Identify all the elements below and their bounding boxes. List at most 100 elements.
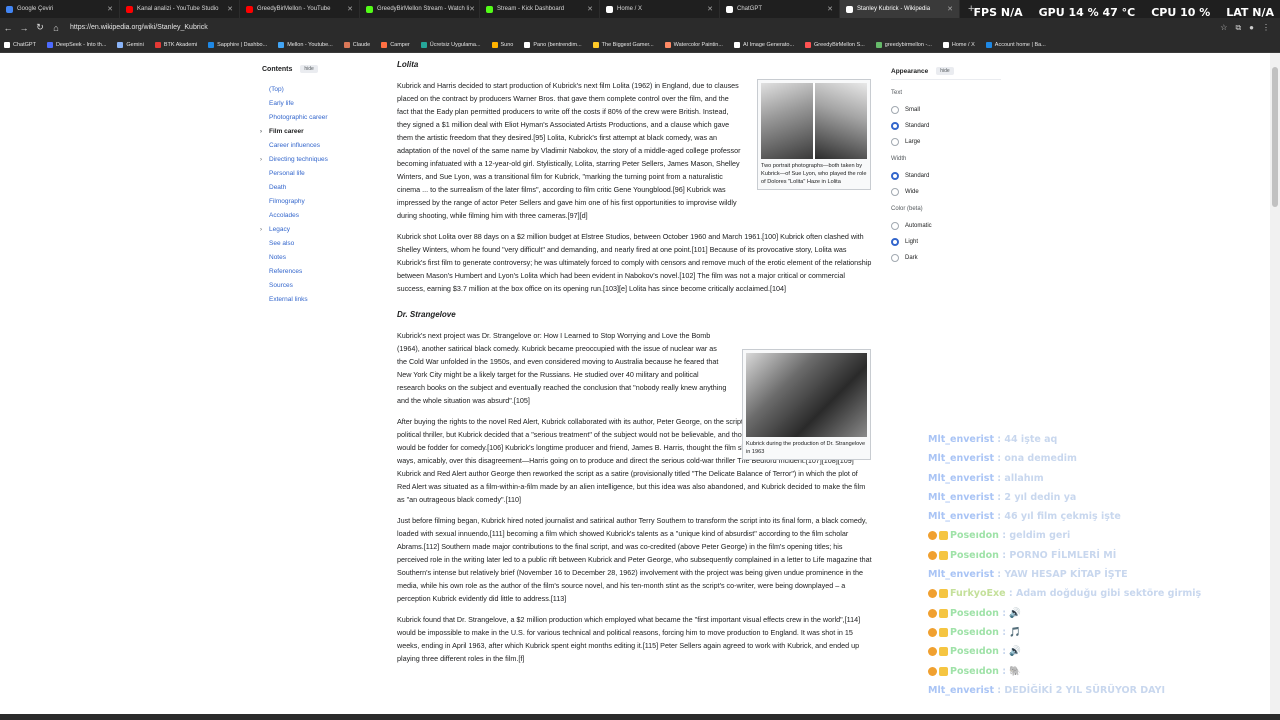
bookmark-item[interactable]: Watercolor Paintin... (664, 41, 723, 48)
radio-option[interactable]: Large (891, 134, 1001, 150)
chevron-right-icon[interactable]: › (260, 125, 262, 139)
radio-button[interactable] (891, 106, 899, 114)
bookmark-item[interactable]: Ücretsiz Uygulama... (420, 41, 481, 48)
url-field[interactable]: https://en.wikipedia.org/wiki/Stanley_Ku… (70, 24, 208, 31)
bookmark-item[interactable]: Mellon - Youtube... (278, 41, 333, 48)
bookmark-item[interactable]: AI Image Generato... (733, 41, 795, 48)
toc-item[interactable]: › Film career (260, 125, 382, 139)
browser-tab[interactable]: Kanal analizi - YouTube Studio ✕ (120, 0, 240, 18)
close-icon[interactable]: ✕ (107, 5, 113, 13)
radio-button[interactable] (891, 138, 899, 146)
toc-item[interactable]: External links (262, 293, 382, 307)
toc-item[interactable]: See also (262, 237, 382, 251)
browser-tab[interactable]: Stanley Kubrick - Wikipedia ✕ (840, 0, 960, 18)
tab-favicon (726, 5, 733, 13)
radio-button[interactable] (891, 188, 899, 196)
toc-item[interactable]: (Top) (262, 83, 382, 97)
bookmark-item[interactable]: Claude (343, 41, 370, 48)
radio-button[interactable] (891, 172, 899, 180)
profile-icon[interactable]: ● (1249, 23, 1254, 33)
home-icon[interactable]: ⌂ (48, 23, 64, 33)
close-icon[interactable]: ✕ (347, 5, 353, 13)
browser-tab[interactable]: GreedyBirMellon Stream - Watch li ✕ (360, 0, 480, 18)
bookmark-label: AI Image Generato... (742, 41, 795, 48)
browser-tab[interactable]: ChatGPT ✕ (720, 0, 840, 18)
bookmark-item[interactable]: Home / X (942, 41, 975, 48)
radio-option[interactable]: Standard (891, 118, 1001, 134)
forward-icon[interactable]: → (16, 23, 32, 33)
chevron-right-icon[interactable]: › (260, 223, 262, 237)
browser-tab[interactable]: Home / X ✕ (600, 0, 720, 18)
bookmark-item[interactable]: BTK Akademi (154, 41, 198, 48)
toc-hide-button[interactable]: hide (300, 65, 318, 73)
toc-item[interactable]: Sources (262, 279, 382, 293)
lolita-figure: Two portrait photographs—both taken by K… (757, 79, 871, 190)
radio-option[interactable]: Standard (891, 168, 1001, 184)
menu-icon[interactable]: ⋮ (1262, 23, 1270, 33)
radio-button[interactable] (891, 222, 899, 230)
bookmark-favicon (46, 41, 53, 48)
radio-option[interactable]: Small (891, 102, 1001, 118)
appearance-hide-button[interactable]: hide (936, 67, 954, 75)
close-icon[interactable]: ✕ (707, 5, 713, 13)
bookmark-star-icon[interactable]: ☆ (1220, 23, 1227, 33)
radio-option[interactable]: Wide (891, 184, 1001, 200)
toc-item-label: Early life (269, 100, 294, 107)
radio-button[interactable] (891, 254, 899, 262)
sue-lyon-portraits-image[interactable] (761, 83, 867, 159)
bookmark-item[interactable]: The Biggest Gamer... (592, 41, 654, 48)
reload-icon[interactable]: ↻ (32, 22, 48, 33)
chevron-right-icon[interactable]: › (260, 153, 262, 167)
toc-item[interactable]: Personal life (262, 167, 382, 181)
toc-item[interactable]: › Legacy (260, 223, 382, 237)
back-icon[interactable]: ← (0, 23, 16, 33)
bookmark-item[interactable]: ChatGPT (4, 41, 36, 48)
radio-button[interactable] (891, 238, 899, 246)
toc-item[interactable]: Death (262, 181, 382, 195)
bookmark-item[interactable]: DeepSeek - Into th... (46, 41, 106, 48)
bookmark-label: BTK Akademi (163, 41, 198, 48)
bookmark-item[interactable]: GreedyBirMellon S... (805, 41, 865, 48)
radio-option[interactable]: Light (891, 234, 1001, 250)
page-scrollbar[interactable] (1270, 53, 1280, 720)
browser-tab[interactable]: GreedyBirMellon - YouTube ✕ (240, 0, 360, 18)
kubrick-on-set-image[interactable] (746, 353, 867, 437)
toc-item[interactable]: Photographic career (262, 111, 382, 125)
toc-item[interactable]: Early life (262, 97, 382, 111)
chat-text: 44 işte aq (1004, 434, 1058, 445)
scrollbar-thumb[interactable] (1272, 67, 1278, 207)
toc-item[interactable]: References (262, 265, 382, 279)
extensions-icon[interactable]: ⧉ (1235, 23, 1241, 33)
toc-item[interactable]: Accolades (262, 209, 382, 223)
close-icon[interactable]: ✕ (469, 5, 475, 13)
toc-item-label: Directing techniques (269, 156, 328, 163)
figure-caption: Two portrait photographs—both taken by K… (761, 163, 867, 185)
toc-item[interactable]: Career influences (262, 139, 382, 153)
close-icon[interactable]: ✕ (587, 5, 593, 13)
bookmark-item[interactable]: Account home | Ba... (985, 41, 1046, 48)
close-icon[interactable]: ✕ (947, 5, 953, 13)
bookmark-favicon (4, 41, 10, 48)
close-icon[interactable]: ✕ (827, 5, 833, 13)
chat-text: 2 yıl dedin ya (1004, 491, 1077, 503)
radio-option[interactable]: Automatic (891, 218, 1001, 234)
chat-text: 🔊 (1009, 646, 1022, 658)
bookmark-item[interactable]: Pano (bentrendim... (524, 41, 582, 48)
browser-tab[interactable]: Stream - Kick Dashboard ✕ (480, 0, 600, 18)
toc-item[interactable]: › Directing techniques (260, 153, 382, 167)
browser-tab[interactable]: Google Çeviri ✕ (0, 0, 120, 18)
bookmark-item[interactable]: Suno (491, 41, 513, 48)
close-icon[interactable]: ✕ (227, 5, 233, 13)
bookmark-label: ChatGPT (13, 41, 36, 48)
bookmark-item[interactable]: Gemini (117, 41, 144, 48)
toc-item[interactable]: Filmography (262, 195, 382, 209)
chat-message: Mlt_enverist : ona demedim (928, 449, 1268, 468)
bookmark-item[interactable]: Sapphire | Dashbo... (208, 41, 267, 48)
bookmark-label: GreedyBirMellon S... (814, 41, 865, 48)
chat-text: 🎵 (1009, 626, 1022, 638)
bookmark-item[interactable]: greedybirmellon -... (875, 41, 932, 48)
toc-item[interactable]: Notes (262, 251, 382, 265)
radio-button[interactable] (891, 122, 899, 130)
radio-option[interactable]: Dark (891, 250, 1001, 266)
bookmark-item[interactable]: Camper (381, 41, 410, 48)
